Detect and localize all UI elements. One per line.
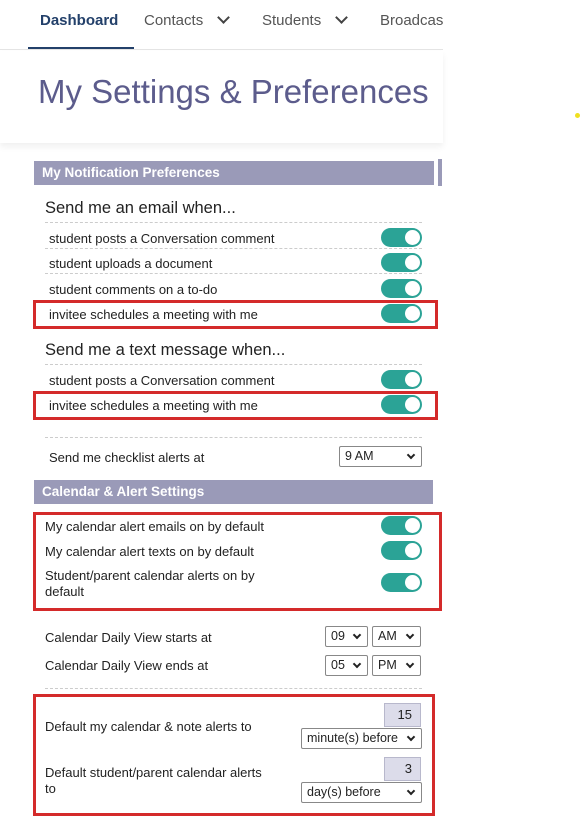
divider — [45, 222, 422, 223]
email-pref-label: student comments on a to-do — [49, 282, 218, 297]
checklist-time-select[interactable]: 9 AM — [339, 446, 422, 467]
my-alerts-label: Default my calendar & note alerts to — [45, 719, 252, 734]
nav-tab-students[interactable]: Students — [262, 0, 349, 49]
chevron-down-icon — [217, 11, 231, 24]
divider — [45, 273, 422, 274]
email-pref-label: invitee schedules a meeting with me — [49, 307, 258, 322]
text-meeting-toggle[interactable] — [381, 395, 422, 414]
daily-end-ampm-select[interactable]: PM — [372, 655, 421, 676]
daily-start-hour-select[interactable]: 09 — [325, 626, 368, 647]
calendar-alert-emails-toggle[interactable] — [381, 516, 422, 535]
nav-tab-label: Broadcast — [380, 12, 443, 29]
select-value: 09 — [331, 629, 345, 643]
select-value: PM — [378, 658, 397, 672]
my-alerts-amount-input[interactable]: 15 — [384, 703, 421, 727]
email-meeting-toggle[interactable] — [381, 304, 422, 323]
text-conversation-toggle[interactable] — [381, 370, 422, 389]
student-alerts-label: Default student/parent calendar alerts t… — [45, 765, 262, 796]
nav-tab-dashboard[interactable]: Dashboard — [27, 0, 135, 49]
title-area: My Settings & Preferences — [0, 51, 443, 143]
checklist-label: Send me checklist alerts at — [49, 450, 205, 465]
select-value: day(s) before — [307, 785, 381, 799]
calendar-pref-label: My calendar alert emails on by default — [45, 519, 264, 534]
chevron-down-icon — [335, 11, 349, 24]
notification-prefs-header: My Notification Preferences — [34, 161, 434, 185]
email-conversation-toggle[interactable] — [381, 228, 422, 247]
select-value: AM — [378, 629, 397, 643]
email-group-title: Send me an email when... — [45, 199, 236, 217]
calendar-alert-texts-toggle[interactable] — [381, 541, 422, 560]
text-pref-label: student posts a Conversation comment — [49, 373, 275, 388]
my-alerts-unit-select[interactable]: minute(s) before — [301, 728, 422, 749]
divider — [45, 688, 422, 689]
text-group-title: Send me a text message when... — [45, 341, 286, 359]
divider — [45, 248, 422, 249]
daily-end-label: Calendar Daily View ends at — [45, 658, 209, 673]
header-edge — [438, 159, 442, 186]
email-document-toggle[interactable] — [381, 253, 422, 272]
student-parent-alerts-toggle[interactable] — [381, 573, 422, 592]
nav-tab-label: Students — [262, 12, 322, 29]
text-pref-label: invitee schedules a meeting with me — [49, 398, 258, 413]
daily-start-label: Calendar Daily View starts at — [45, 630, 212, 645]
page-title: My Settings & Preferences — [38, 73, 429, 110]
student-alerts-unit-select[interactable]: day(s) before — [301, 782, 422, 803]
chevron-down-icon — [405, 630, 415, 640]
chevron-down-icon — [405, 659, 415, 669]
top-nav: Dashboard Contacts Students Broadcast — [0, 0, 443, 50]
daily-end-hour-select[interactable]: 05 — [325, 655, 368, 676]
student-alerts-amount-input[interactable]: 3 — [384, 757, 421, 781]
nav-tab-label: Contacts — [144, 12, 204, 29]
cursor-dot — [575, 113, 580, 118]
select-value: minute(s) before — [307, 731, 399, 745]
nav-tab-broadcast[interactable]: Broadcast — [380, 0, 443, 49]
select-value: 9 AM — [345, 449, 374, 463]
select-value: 05 — [331, 658, 345, 672]
calendar-pref-label: Student/parent calendar alerts on by def… — [45, 568, 255, 599]
nav-tab-label: Dashboard — [40, 12, 119, 29]
email-todo-toggle[interactable] — [381, 279, 422, 298]
email-pref-label: student posts a Conversation comment — [49, 231, 275, 246]
chevron-down-icon — [406, 786, 416, 796]
divider — [45, 364, 422, 365]
email-pref-label: student uploads a document — [49, 256, 213, 271]
nav-tab-contacts[interactable]: Contacts — [144, 0, 231, 49]
chevron-down-icon — [406, 732, 416, 742]
daily-start-ampm-select[interactable]: AM — [372, 626, 421, 647]
divider — [45, 437, 422, 438]
chevron-down-icon — [406, 450, 416, 460]
calendar-settings-header: Calendar & Alert Settings — [34, 480, 433, 504]
chevron-down-icon — [352, 659, 362, 669]
calendar-pref-label: My calendar alert texts on by default — [45, 544, 254, 559]
chevron-down-icon — [352, 630, 362, 640]
